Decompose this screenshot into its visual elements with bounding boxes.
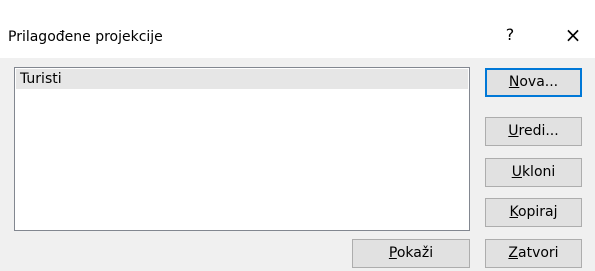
delete-button-mnemonic: U <box>511 164 522 180</box>
views-listbox[interactable]: Turisti <box>14 67 470 231</box>
copy-button-mnemonic: K <box>509 204 518 220</box>
custom-views-dialog: Prilagođene projekcije ? × Turisti Nova.… <box>0 0 595 271</box>
dialog-title: Prilagođene projekcije <box>8 29 163 45</box>
new-button[interactable]: Nova... <box>485 68 582 97</box>
delete-button[interactable]: Ukloni <box>485 158 582 187</box>
show-button-label: okaži <box>396 245 434 261</box>
close-button-mnemonic: Z <box>508 245 518 261</box>
copy-button-label: opiraj <box>517 204 558 220</box>
new-button-mnemonic: N <box>508 74 520 90</box>
close-icon[interactable]: × <box>555 20 591 50</box>
new-button-label: ova... <box>519 74 559 90</box>
copy-button[interactable]: Kopiraj <box>485 198 582 227</box>
show-button-mnemonic: P <box>388 245 397 261</box>
list-item[interactable]: Turisti <box>16 69 468 89</box>
edit-button-mnemonic: U <box>508 123 519 139</box>
help-button[interactable]: ? <box>492 20 528 50</box>
title-bar: Prilagođene projekcije ? × <box>0 0 595 58</box>
show-button[interactable]: Pokaži <box>352 239 470 268</box>
edit-button[interactable]: Uredi... <box>485 117 582 146</box>
close-button[interactable]: Zatvori <box>485 239 582 268</box>
edit-button-label: redi... <box>518 123 559 139</box>
close-button-label: atvori <box>518 245 559 261</box>
delete-button-label: kloni <box>521 164 556 180</box>
